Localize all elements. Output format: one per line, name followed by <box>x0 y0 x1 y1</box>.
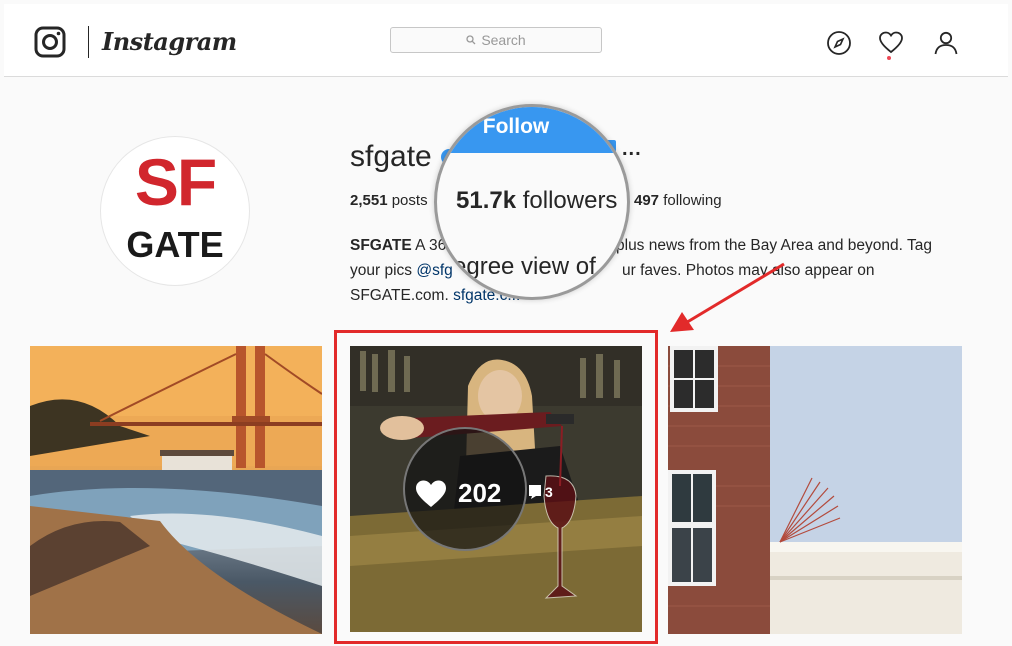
bio-line2-start: your pics <box>350 262 413 279</box>
follow-button[interactable]: Follow <box>437 107 627 153</box>
magnifier-callout: Follow 51.7k followers egree view of <box>434 104 630 300</box>
instagram-wordmark[interactable]: Instagram <box>102 27 237 56</box>
bio-line3-start: SFGATE.com. <box>350 287 449 304</box>
followers-count: 51.7k <box>456 187 517 214</box>
avatar-logo-gate: GATE <box>126 224 224 265</box>
brick-building-photo <box>668 346 962 634</box>
bio-handle-link[interactable]: @sfg <box>416 262 452 279</box>
posts-stat[interactable]: 2,551 posts <box>350 192 428 209</box>
annotation-arrow-icon <box>670 262 785 332</box>
bio-line-2: your pics @sfg ur faves. Photos may also… <box>350 258 874 283</box>
follow-button-label: Follow <box>482 115 550 138</box>
activity-heart-icon[interactable] <box>878 30 904 56</box>
followers-stat[interactable]: 51.7k followers <box>456 187 617 215</box>
highlight-box <box>334 330 658 644</box>
explore-compass-icon[interactable] <box>826 30 852 56</box>
followers-label: followers <box>522 187 618 214</box>
profile-person-icon[interactable] <box>933 30 959 56</box>
bio-name: SFGATE <box>350 237 412 254</box>
top-navigation-bar: Instagram Search <box>4 4 1008 77</box>
posts-label: posts <box>391 192 428 209</box>
search-icon <box>466 35 476 45</box>
search-input[interactable]: Search <box>390 27 602 53</box>
instagram-camera-icon[interactable] <box>34 26 66 58</box>
golden-gate-photo <box>30 346 322 634</box>
following-label: following <box>663 192 722 209</box>
logo-divider <box>88 26 89 58</box>
search-placeholder: Search <box>481 32 526 48</box>
following-stat[interactable]: 497 following <box>634 192 722 209</box>
post-brick-building[interactable] <box>668 346 962 634</box>
posts-count: 2,551 <box>350 192 388 209</box>
profile-avatar[interactable]: SF GATE <box>100 136 250 286</box>
profile-username: sfgate <box>350 140 432 173</box>
following-count: 497 <box>634 192 660 209</box>
bio-line-1: SFGATE A 36 plus news from the Bay Area … <box>350 233 932 258</box>
notification-dot <box>887 56 891 60</box>
bio-line1-end: plus news from the Bay Area and beyond. … <box>616 237 932 254</box>
post-golden-gate[interactable] <box>30 346 322 634</box>
magnified-bio-text: egree view of <box>453 253 596 280</box>
avatar-logo-sf: SF <box>134 145 217 219</box>
